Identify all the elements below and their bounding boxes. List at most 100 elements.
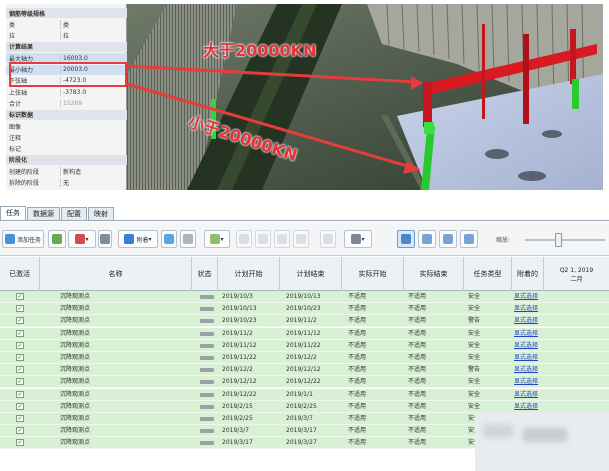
tab-1[interactable]: 数据源 <box>27 207 60 220</box>
table-row[interactable]: ✓ 沉降观测点 2019/12/2 2019/12/12 不适用 不适用 警告 显式选择 <box>0 364 609 377</box>
tab-0[interactable]: 任务 <box>0 206 26 220</box>
enabled-checkbox[interactable]: ✓ <box>16 427 24 435</box>
cell-attached[interactable]: 显式选择 <box>514 315 538 326</box>
enabled-checkbox[interactable]: ✓ <box>16 378 24 386</box>
rules-button[interactable] <box>180 230 196 248</box>
auto-add-tasks-button[interactable] <box>48 230 66 248</box>
zoom-slider-thumb[interactable] <box>555 233 562 247</box>
table-row[interactable]: ✓ 沉降观测点 2019/12/22 2019/1/1 不适用 不适用 安全 显式选择 <box>0 388 609 401</box>
property-section[interactable]: 计算结果 <box>6 41 127 52</box>
cell-attached[interactable]: 显式选择 <box>514 291 538 302</box>
3d-scene[interactable] <box>127 4 603 190</box>
enabled-checkbox[interactable]: ✓ <box>16 439 24 447</box>
col-status[interactable]: 状态 <box>192 257 218 291</box>
col-enabled[interactable]: 已激活 <box>0 257 40 291</box>
table-row[interactable]: ✓ 沉降观测点 2019/11/22 2019/12/2 不适用 不适用 安全 显式选择 <box>0 352 609 364</box>
property-row[interactable]: 拉拉 <box>6 31 127 41</box>
cell-attached[interactable]: 显式选择 <box>514 340 538 351</box>
property-row[interactable]: 注释 <box>6 132 127 142</box>
enabled-checkbox[interactable]: ✓ <box>16 341 24 349</box>
cell-plan-end: 2019/3/17 <box>286 427 317 435</box>
status-indicator <box>200 429 214 434</box>
model-viewport[interactable]: 钢筋等级规格类类拉拉计算结果 最大轴力 16003.0 最小轴力 20003.0 下弦轴 -… <box>6 4 603 190</box>
table-row[interactable]: ✓ 沉降观测点 2019/12/12 2019/12/22 不适用 不适用 安全 显式选择 <box>0 376 609 389</box>
property-row[interactable]: 拆除的阶段 无 <box>6 178 127 188</box>
enabled-checkbox[interactable]: ✓ <box>16 317 24 325</box>
col-task-type[interactable]: 任务类型 <box>464 257 512 291</box>
move-down-button[interactable] <box>293 230 309 248</box>
attach-dropdown[interactable]: 附着 ▾ <box>118 230 158 248</box>
property-section[interactable]: 标识数据 <box>6 109 127 120</box>
comment-icon <box>323 234 333 244</box>
table-row[interactable]: ✓ 沉降观测点 2019/11/2 2019/11/12 不适用 不适用 安全 显式选择 <box>0 327 609 340</box>
view-planned-vs-actual-button[interactable] <box>460 230 478 248</box>
property-row[interactable]: 创建的阶段 新构造 <box>6 166 127 176</box>
property-row[interactable]: 标记 <box>6 144 127 154</box>
zoom-slider-track[interactable] <box>525 239 605 241</box>
enabled-checkbox[interactable]: ✓ <box>16 329 24 337</box>
tab-2[interactable]: 配置 <box>61 207 87 220</box>
delete-task-dropdown[interactable]: ▾ <box>68 230 96 248</box>
col-plan-end[interactable]: 计划结束 <box>280 257 342 291</box>
enabled-checkbox[interactable]: ✓ <box>16 390 24 398</box>
cell-plan-end: 2019/12/22 <box>286 378 321 386</box>
cell-attached[interactable]: 显式选择 <box>514 303 538 314</box>
compare-view-icon <box>464 234 474 244</box>
property-row[interactable]: 图像 <box>6 121 127 131</box>
export-button[interactable] <box>255 230 271 248</box>
import-button[interactable] <box>236 230 252 248</box>
property-key: 合计 <box>9 100 22 108</box>
add-task-label: 添加任务 <box>16 236 41 244</box>
table-row[interactable]: ✓ 沉降观测点 2019/10/3 2019/10/13 不适用 不适用 安全 显式选择 <box>0 291 609 303</box>
outdent-button[interactable] <box>98 230 112 248</box>
comment-button[interactable] <box>320 230 336 248</box>
table-row[interactable]: ✓ 沉降观测点 2019/11/12 2019/11/22 不适用 不适用 安全 显式选择 <box>0 339 609 352</box>
cell-name: 沉降观测点 <box>60 415 91 422</box>
table-row[interactable]: ✓ 沉降观测点 2019/10/23 2019/11/2 不适用 不适用 警告 显式选择 <box>0 315 609 328</box>
move-up-button[interactable] <box>274 230 290 248</box>
enabled-checkbox[interactable]: ✓ <box>16 366 24 374</box>
property-section[interactable]: 钢筋等级规格 <box>6 8 127 18</box>
col-plan-start[interactable]: 计划开始 <box>218 257 280 291</box>
auto-attach-icon <box>164 234 174 244</box>
enabled-checkbox[interactable]: ✓ <box>16 402 24 410</box>
table-row[interactable]: ✓ 沉降观测点 2019/10/13 2019/10/23 不适用 不适用 安全 显式选择 <box>0 303 609 316</box>
auto-attach-button[interactable] <box>161 230 177 248</box>
cell-attached[interactable]: 显式选择 <box>514 352 538 363</box>
columns-dropdown[interactable]: ▾ <box>344 230 372 248</box>
table-row[interactable]: ✓ 沉降观测点 2019/2/15 2019/2/25 不适用 不适用 安全 显式选择 <box>0 400 609 413</box>
cell-attached[interactable]: 显式选择 <box>514 328 538 339</box>
cell-plan-start: 2019/11/12 <box>222 341 257 349</box>
property-section[interactable]: 阶段化 <box>6 154 127 165</box>
cell-attached[interactable]: 显式选择 <box>514 376 538 387</box>
cell-type: 安全 <box>468 341 481 349</box>
cell-actual-start: 不适用 <box>348 341 367 349</box>
enabled-checkbox[interactable]: ✓ <box>16 305 24 313</box>
view-gantt-button[interactable] <box>397 230 415 248</box>
filter-dropdown[interactable]: ▾ <box>204 230 230 248</box>
col-actual-end[interactable]: 实际结束 <box>404 257 464 291</box>
property-row[interactable]: 类类 <box>6 19 127 29</box>
view-planned-button[interactable] <box>418 230 436 248</box>
view-actual-button[interactable] <box>439 230 457 248</box>
cell-actual-end: 不适用 <box>408 354 427 361</box>
property-row[interactable]: 上弦轴 -3783.0 <box>6 87 127 97</box>
chevron-down-icon: ▾ <box>85 235 89 243</box>
cell-plan-start: 2019/3/7 <box>222 427 249 435</box>
tab-3[interactable]: 映射 <box>88 207 114 220</box>
cell-attached[interactable]: 显式选择 <box>514 364 538 375</box>
cell-plan-end: 2019/11/2 <box>286 317 317 325</box>
col-attached[interactable]: 附着的 <box>512 257 544 291</box>
status-indicator <box>200 319 214 324</box>
add-task-button[interactable]: 添加任务 <box>2 230 44 248</box>
cell-attached[interactable]: 显式选择 <box>514 389 538 400</box>
cell-attached[interactable]: 显式选择 <box>514 401 538 412</box>
enabled-checkbox[interactable]: ✓ <box>16 354 24 361</box>
property-row[interactable]: 合计 15269 <box>6 98 127 108</box>
enabled-checkbox[interactable]: ✓ <box>16 293 24 300</box>
col-actual-start[interactable]: 实际开始 <box>342 257 404 291</box>
cell-name: 沉降观测点 <box>60 329 91 337</box>
cell-type: 安全 <box>468 293 481 300</box>
col-name[interactable]: 名称 <box>40 257 192 291</box>
enabled-checkbox[interactable]: ✓ <box>16 415 24 422</box>
